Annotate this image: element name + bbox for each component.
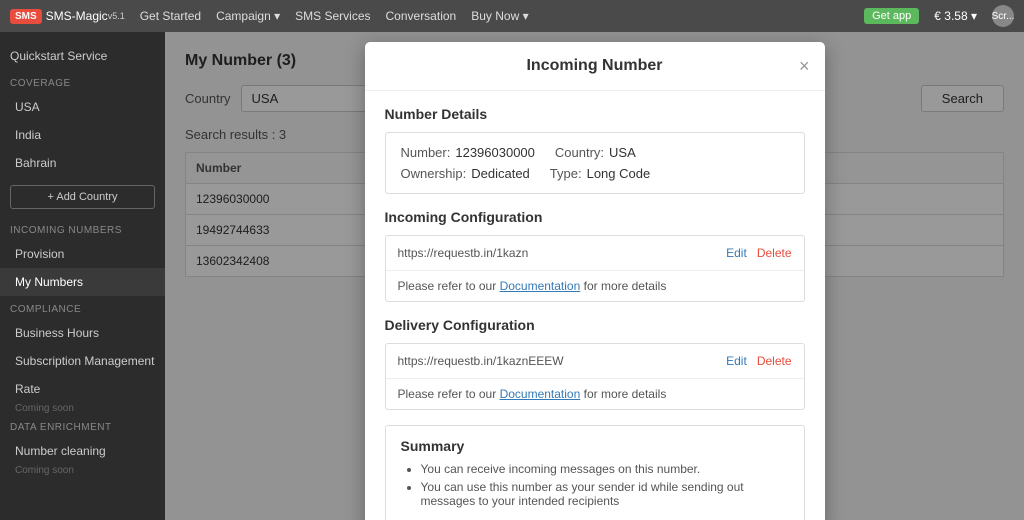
nav-campaign[interactable]: Campaign ▾ — [216, 9, 280, 23]
summary-item-1: You can use this number as your sender i… — [421, 480, 789, 508]
incoming-number-modal: Incoming Number × Number Details Number:… — [365, 42, 825, 520]
modal-close-button[interactable]: × — [799, 57, 810, 75]
incoming-edit-button[interactable]: Edit — [726, 246, 747, 260]
type-label: Type: — [550, 166, 582, 181]
top-navigation: SMS SMS-Magic v5.1 Get Started Campaign … — [0, 0, 1024, 32]
incoming-config-title: Incoming Configuration — [385, 209, 805, 225]
price-display[interactable]: € 3.58 ▾ — [934, 9, 977, 23]
content-area: My Number (3) Country USA Search Search … — [165, 32, 1024, 520]
delivery-config-box: https://requestb.in/1kaznEEEW Edit Delet… — [385, 343, 805, 410]
delivery-config-actions: Edit Delete — [726, 354, 791, 368]
sidebar-section-data-enrichment: DATA ENRICHMENT — [0, 414, 165, 437]
detail-item-type: Type: Long Code — [550, 166, 650, 181]
delivery-url-text: https://requestb.in/1kaznEEEW — [398, 354, 727, 368]
sidebar: Quickstart Service COVERAGE USA India Ba… — [0, 32, 165, 520]
rate-coming-soon: Coming soon — [0, 403, 165, 414]
sidebar-section-incoming: INCOMING NUMBERS — [0, 217, 165, 240]
type-value: Long Code — [587, 166, 651, 181]
modal-overlay: Incoming Number × Number Details Number:… — [165, 32, 1024, 520]
sidebar-item-quickstart[interactable]: Quickstart Service — [0, 42, 165, 70]
nav-right: Get app € 3.58 ▾ Scr... — [864, 5, 1014, 27]
number-cleaning-coming-soon: Coming soon — [0, 465, 165, 476]
nav-sms-services[interactable]: SMS Services — [295, 9, 370, 23]
sidebar-section-coverage: COVERAGE — [0, 70, 165, 93]
country-label: Country: — [555, 145, 604, 160]
modal-body: Number Details Number: 12396030000 Count… — [365, 91, 825, 520]
sidebar-item-my-numbers[interactable]: My Numbers — [0, 268, 165, 296]
number-label: Number: — [401, 145, 451, 160]
sidebar-item-india[interactable]: India — [0, 121, 165, 149]
detail-item-country: Country: USA — [555, 145, 636, 160]
summary-list: You can receive incoming messages on thi… — [401, 462, 789, 508]
sidebar-item-bahrain[interactable]: Bahrain — [0, 149, 165, 177]
incoming-url-text: https://requestb.in/1kazn — [398, 246, 727, 260]
summary-item-0: You can receive incoming messages on thi… — [421, 462, 789, 476]
logo-text: SMS-Magic — [46, 9, 108, 23]
sidebar-item-rate[interactable]: Rate — [0, 375, 165, 403]
sms-magic-icon: SMS — [10, 9, 42, 24]
get-app-button[interactable]: Get app — [864, 8, 919, 24]
detail-item-number: Number: 12396030000 — [401, 145, 535, 160]
nav-items: Get Started Campaign ▾ SMS Services Conv… — [140, 9, 529, 23]
incoming-config-box: https://requestb.in/1kazn Edit Delete Pl… — [385, 235, 805, 302]
summary-box: Summary You can receive incoming message… — [385, 425, 805, 520]
nav-buy-now[interactable]: Buy Now ▾ — [471, 9, 528, 23]
main-layout: Quickstart Service COVERAGE USA India Ba… — [0, 32, 1024, 520]
delivery-url-row: https://requestb.in/1kaznEEEW Edit Delet… — [386, 344, 804, 379]
logo: SMS SMS-Magic v5.1 — [10, 9, 125, 24]
ownership-label: Ownership: — [401, 166, 467, 181]
user-avatar[interactable]: Scr... — [992, 5, 1014, 27]
incoming-doc-row: Please refer to our Documentation for mo… — [386, 271, 804, 301]
number-details-box: Number: 12396030000 Country: USA Ownersh… — [385, 132, 805, 194]
number-value: 12396030000 — [455, 145, 535, 160]
nav-conversation[interactable]: Conversation — [386, 9, 457, 23]
delivery-doc-link[interactable]: Documentation — [500, 387, 581, 401]
sidebar-item-usa[interactable]: USA — [0, 93, 165, 121]
incoming-doc-text: Please refer to our — [398, 279, 500, 293]
version-text: v5.1 — [108, 11, 125, 21]
summary-title: Summary — [401, 438, 789, 454]
sidebar-section-compliance: COMPLIANCE — [0, 296, 165, 319]
sidebar-item-provision[interactable]: Provision — [0, 240, 165, 268]
detail-item-ownership: Ownership: Dedicated — [401, 166, 530, 181]
add-country-button[interactable]: + Add Country — [10, 185, 155, 209]
incoming-doc-suffix: for more details — [580, 279, 666, 293]
delivery-doc-row: Please refer to our Documentation for mo… — [386, 379, 804, 409]
incoming-config-actions: Edit Delete — [726, 246, 791, 260]
incoming-doc-link[interactable]: Documentation — [500, 279, 581, 293]
sidebar-item-subscription-management[interactable]: Subscription Management — [0, 347, 165, 375]
incoming-url-row: https://requestb.in/1kazn Edit Delete — [386, 236, 804, 271]
incoming-delete-button[interactable]: Delete — [757, 246, 792, 260]
nav-get-started[interactable]: Get Started — [140, 9, 201, 23]
delivery-edit-button[interactable]: Edit — [726, 354, 747, 368]
ownership-value: Dedicated — [471, 166, 530, 181]
sidebar-item-business-hours[interactable]: Business Hours — [0, 319, 165, 347]
sidebar-item-number-cleaning[interactable]: Number cleaning — [0, 437, 165, 465]
number-details-title: Number Details — [385, 106, 805, 122]
delivery-doc-suffix: for more details — [580, 387, 666, 401]
modal-header: Incoming Number × — [365, 42, 825, 91]
delivery-delete-button[interactable]: Delete — [757, 354, 792, 368]
modal-title: Incoming Number — [526, 57, 662, 75]
detail-row-number-country: Number: 12396030000 Country: USA — [401, 145, 789, 160]
delivery-doc-text: Please refer to our — [398, 387, 500, 401]
delivery-config-title: Delivery Configuration — [385, 317, 805, 333]
detail-row-ownership-type: Ownership: Dedicated Type: Long Code — [401, 166, 789, 181]
country-value: USA — [609, 145, 636, 160]
